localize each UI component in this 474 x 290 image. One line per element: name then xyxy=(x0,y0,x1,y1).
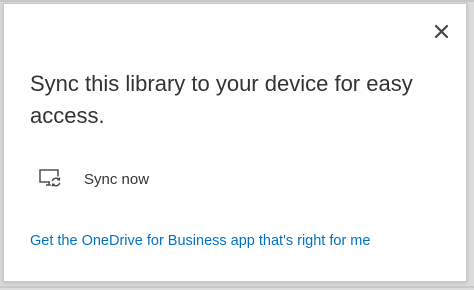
dialog-headline: Sync this library to your device for eas… xyxy=(30,71,413,128)
close-button[interactable] xyxy=(432,22,452,42)
background-strip-bottom xyxy=(0,286,474,288)
sync-library-dialog: Sync this library to your device for eas… xyxy=(3,3,467,282)
sync-now-button[interactable]: Sync now xyxy=(38,164,149,194)
sync-now-label: Sync now xyxy=(84,170,150,188)
sync-device-icon xyxy=(38,167,64,191)
get-onedrive-app-link[interactable]: Get the OneDrive for Business app that's… xyxy=(30,233,370,249)
background-strip-top xyxy=(0,0,474,2)
close-icon xyxy=(434,24,449,39)
